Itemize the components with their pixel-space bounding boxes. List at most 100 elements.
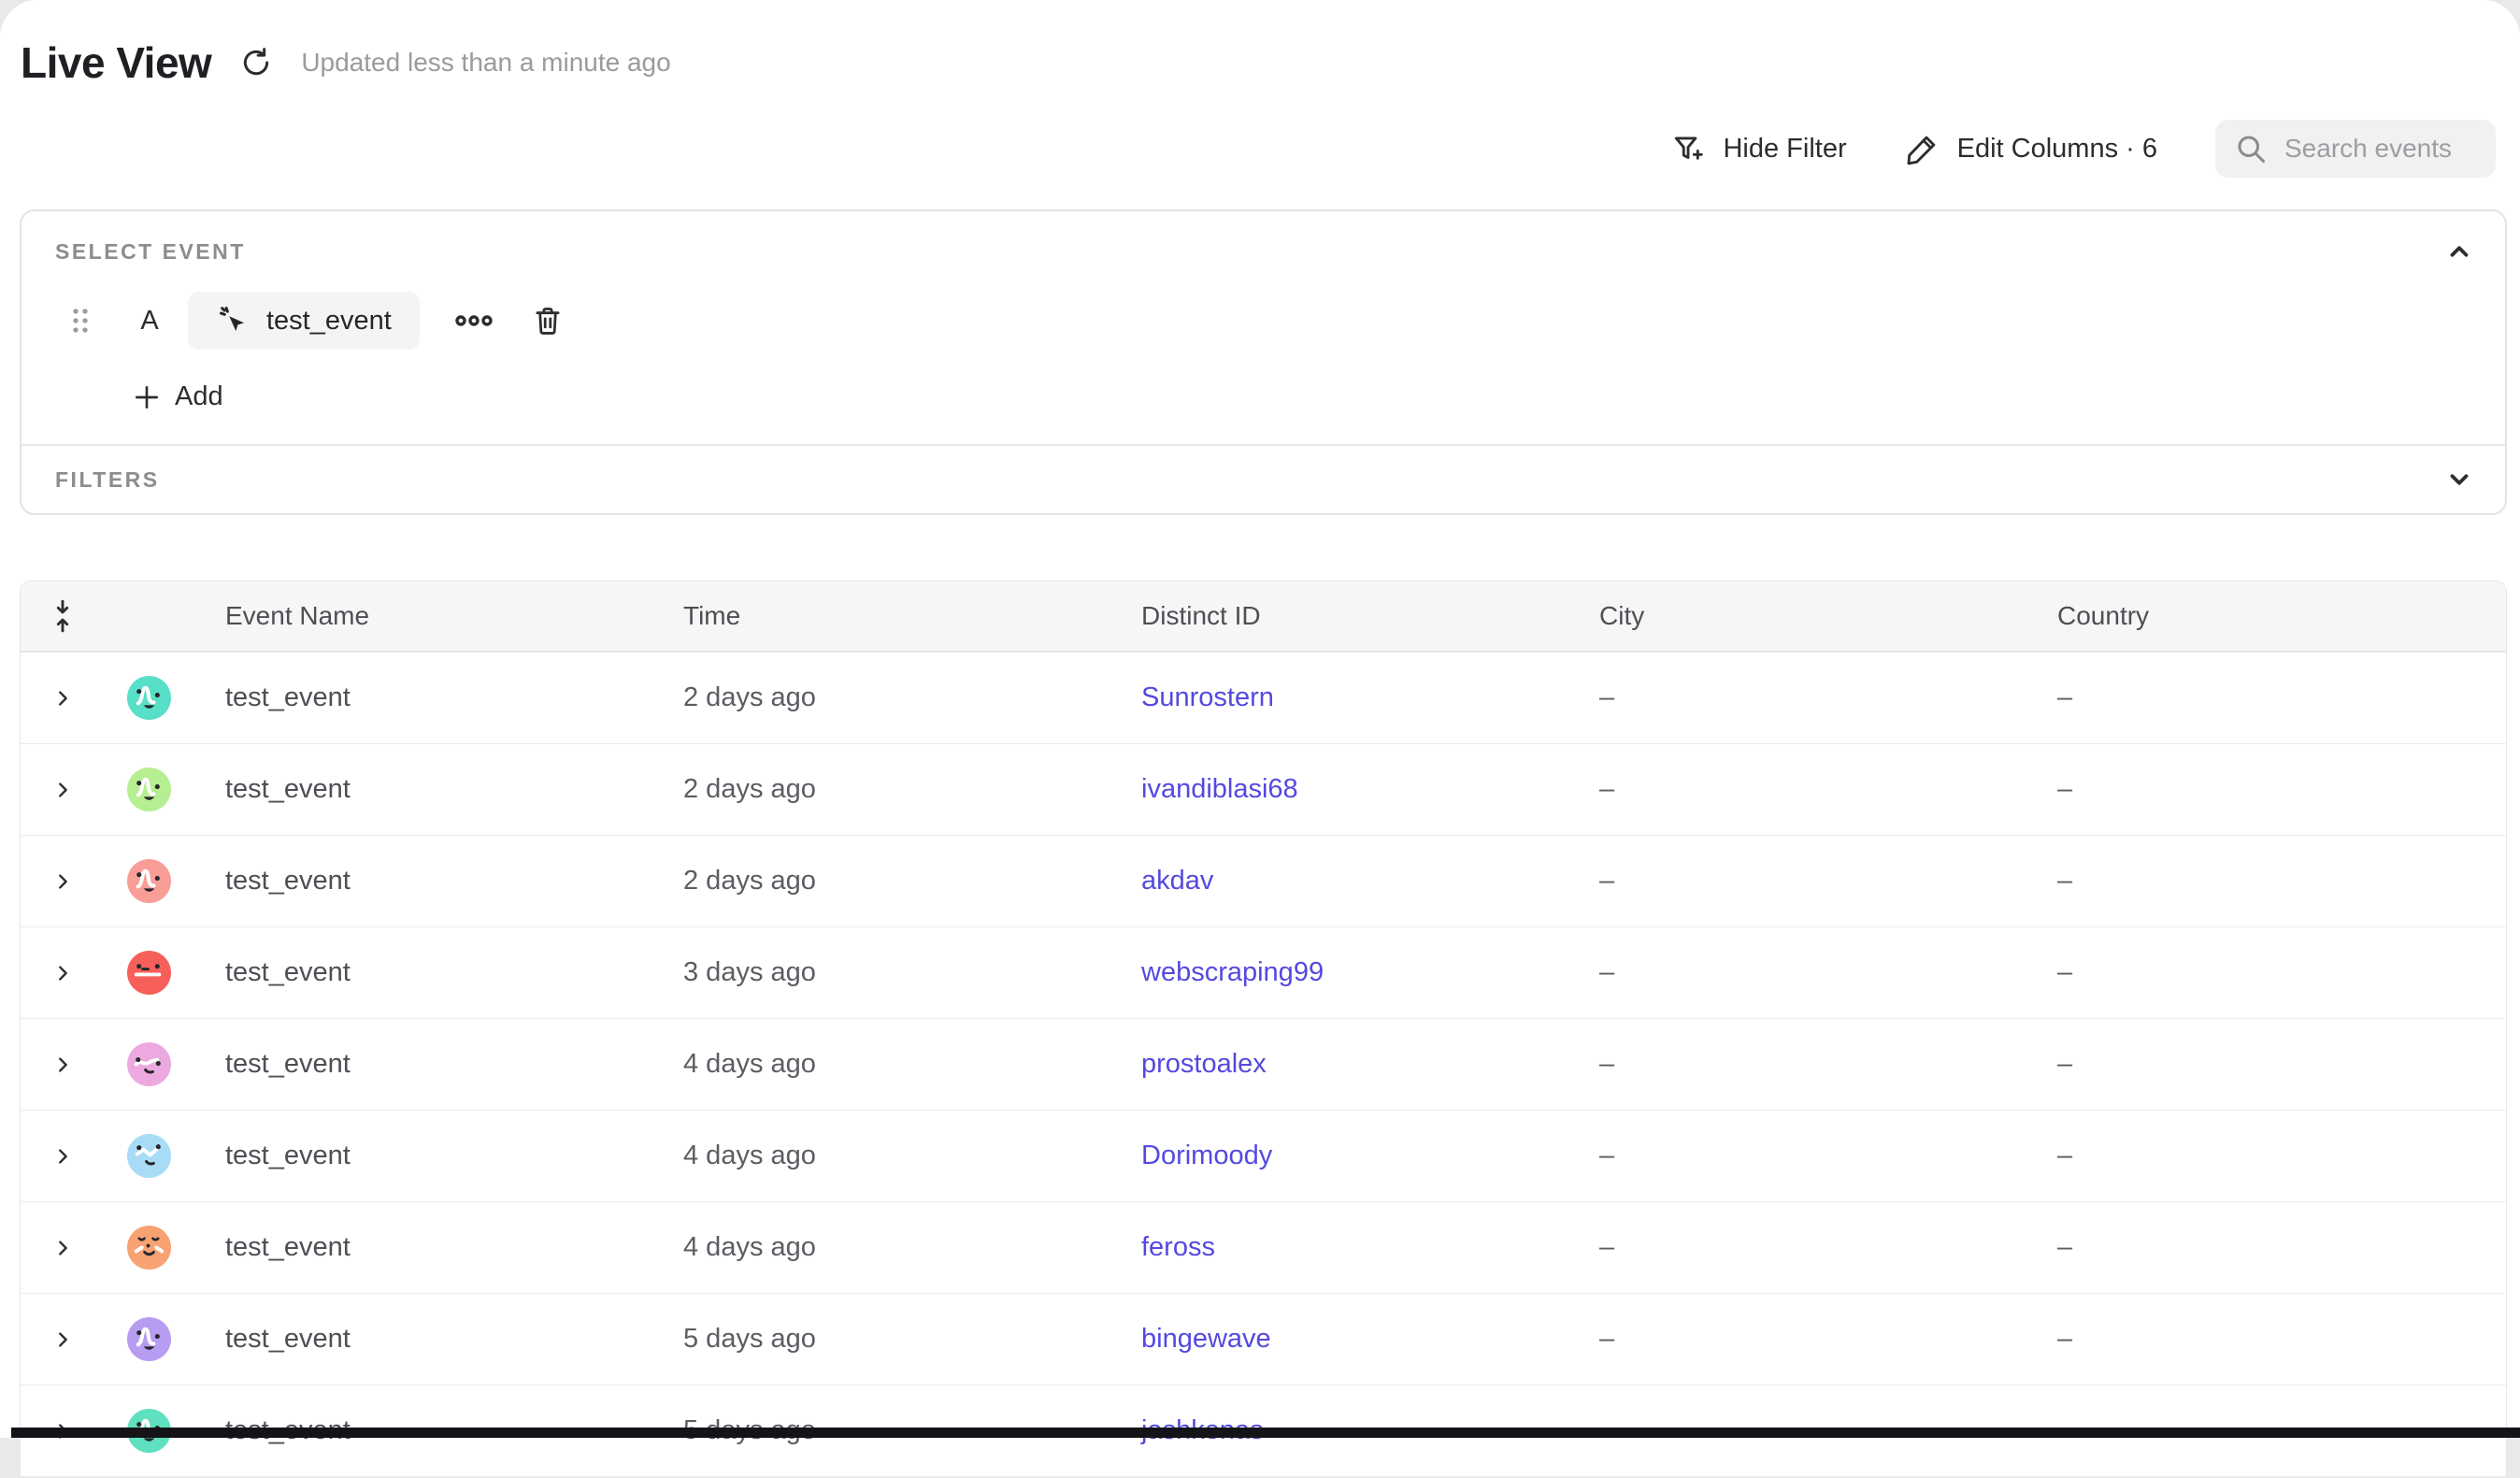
trash-icon — [532, 304, 564, 337]
cell-country: – — [2046, 1324, 2506, 1355]
search-icon — [2234, 132, 2268, 165]
collapse-rows-icon — [50, 598, 75, 634]
updated-status: Updated less than a minute ago — [301, 48, 670, 78]
plus-icon — [132, 382, 162, 412]
chevron-right-icon — [52, 1055, 73, 1075]
table-header-row: Event Name Time Distinct ID City Country — [21, 581, 2506, 653]
expand-row-button[interactable] — [21, 780, 104, 800]
column-header-distinct-id[interactable]: Distinct ID — [1130, 601, 1588, 631]
expand-row-button[interactable] — [21, 1329, 104, 1350]
avatar — [127, 1317, 171, 1361]
cell-time: 5 days ago — [672, 1324, 1130, 1355]
expand-row-button[interactable] — [21, 871, 104, 892]
cell-time: 2 days ago — [672, 682, 1130, 713]
refresh-icon — [237, 44, 275, 81]
expand-row-button[interactable] — [21, 688, 104, 709]
table-row: test_event 2 days ago ivandiblasi68 – – — [21, 744, 2506, 836]
table-row: test_event 4 days ago prostoalex – – — [21, 1019, 2506, 1111]
cell-country: – — [2046, 682, 2506, 713]
column-header-city[interactable]: City — [1588, 601, 2046, 631]
cell-city: – — [1588, 866, 2046, 897]
add-event-button[interactable]: Add — [132, 381, 223, 412]
table-row: test_event 5 days ago bingewave – – — [21, 1294, 2506, 1385]
chevron-right-icon — [52, 688, 73, 709]
cell-city: – — [1588, 682, 2046, 713]
filters-label: FILTERS — [55, 467, 160, 493]
edit-columns-button[interactable]: Edit Columns · 6 — [1905, 131, 2157, 166]
cell-distinct-id-link[interactable]: prostoalex — [1130, 1049, 1588, 1080]
hide-filter-button[interactable]: Hide Filter — [1670, 131, 1846, 166]
cell-city: – — [1588, 1232, 2046, 1263]
cell-distinct-id-link[interactable]: feross — [1130, 1232, 1588, 1263]
drag-handle-icon[interactable] — [70, 307, 91, 335]
table-row: test_event 4 days ago feross – – — [21, 1202, 2506, 1294]
query-builder-panel: SELECT EVENT A — [20, 209, 2507, 515]
cell-time: 3 days ago — [672, 957, 1130, 988]
cell-city: – — [1588, 957, 2046, 988]
page-title: Live View — [21, 37, 211, 88]
events-table: Event Name Time Distinct ID City Country… — [20, 581, 2507, 1478]
edit-columns-label: Edit Columns · 6 — [1957, 134, 2157, 165]
cell-distinct-id-link[interactable]: bingewave — [1130, 1324, 1588, 1355]
event-row-letter: A — [136, 306, 164, 337]
cell-event-name: test_event — [214, 1324, 672, 1355]
event-row-a: A test_event — [70, 292, 2473, 350]
page-header: Live View Updated less than a minute ago — [0, 0, 2520, 88]
table-row: test_event 3 days ago webscraping99 – – — [21, 927, 2506, 1019]
search-events-input[interactable] — [2283, 133, 2477, 165]
cell-city: – — [1588, 1049, 2046, 1080]
cell-time: 2 days ago — [672, 774, 1130, 805]
event-select-chip[interactable]: test_event — [188, 292, 420, 350]
cell-distinct-id-link[interactable]: ivandiblasi68 — [1130, 774, 1588, 805]
cell-distinct-id-link[interactable]: Sunrostern — [1130, 682, 1588, 713]
column-header-time[interactable]: Time — [672, 601, 1130, 631]
cell-country: – — [2046, 1141, 2506, 1171]
cell-distinct-id-link[interactable]: webscraping99 — [1130, 957, 1588, 988]
cell-time: 4 days ago — [672, 1141, 1130, 1171]
chevron-right-icon — [52, 1238, 73, 1258]
cell-country: – — [2046, 1049, 2506, 1080]
bottom-edge-bar — [11, 1428, 2520, 1438]
collapse-section-button[interactable] — [2445, 237, 2473, 265]
cell-event-name: test_event — [214, 957, 672, 988]
toolbar: Hide Filter Edit Columns · 6 — [0, 88, 2520, 178]
event-chip-label: test_event — [266, 306, 392, 337]
chevron-right-icon — [52, 871, 73, 892]
collapse-all-button[interactable] — [21, 598, 104, 634]
avatar — [127, 1042, 171, 1086]
cell-time: 4 days ago — [672, 1232, 1130, 1263]
cell-distinct-id-link[interactable]: akdav — [1130, 866, 1588, 897]
filter-plus-icon — [1670, 131, 1706, 166]
avatar — [127, 951, 171, 995]
column-header-country[interactable]: Country — [2046, 601, 2506, 631]
column-header-event-name[interactable]: Event Name — [214, 601, 672, 631]
select-event-label: SELECT EVENT — [55, 239, 246, 265]
expand-row-button[interactable] — [21, 1238, 104, 1258]
chevron-down-icon — [2445, 466, 2473, 494]
refresh-button[interactable] — [236, 42, 277, 83]
pencil-icon — [1905, 131, 1940, 166]
expand-row-button[interactable] — [21, 1055, 104, 1075]
cell-event-name: test_event — [214, 866, 672, 897]
avatar — [127, 676, 171, 720]
cell-country: – — [2046, 957, 2506, 988]
cell-city: – — [1588, 1324, 2046, 1355]
avatar — [127, 768, 171, 811]
cell-distinct-id-link[interactable]: Dorimoody — [1130, 1141, 1588, 1171]
chevron-right-icon — [52, 780, 73, 800]
filters-section: FILTERS — [21, 446, 2505, 513]
cell-event-name: test_event — [214, 1141, 672, 1171]
expand-filters-button[interactable] — [2445, 466, 2473, 494]
avatar — [127, 1226, 171, 1270]
search-events-box[interactable] — [2215, 120, 2496, 178]
event-options-button[interactable] — [455, 313, 493, 328]
add-button-label: Add — [175, 381, 223, 412]
expand-row-button[interactable] — [21, 1146, 104, 1167]
expand-row-button[interactable] — [21, 963, 104, 983]
chevron-right-icon — [52, 1146, 73, 1167]
cell-event-name: test_event — [214, 774, 672, 805]
cell-time: 2 days ago — [672, 866, 1130, 897]
chevron-up-icon — [2445, 237, 2473, 265]
select-event-section: SELECT EVENT A — [21, 211, 2505, 444]
delete-event-button[interactable] — [532, 304, 564, 337]
